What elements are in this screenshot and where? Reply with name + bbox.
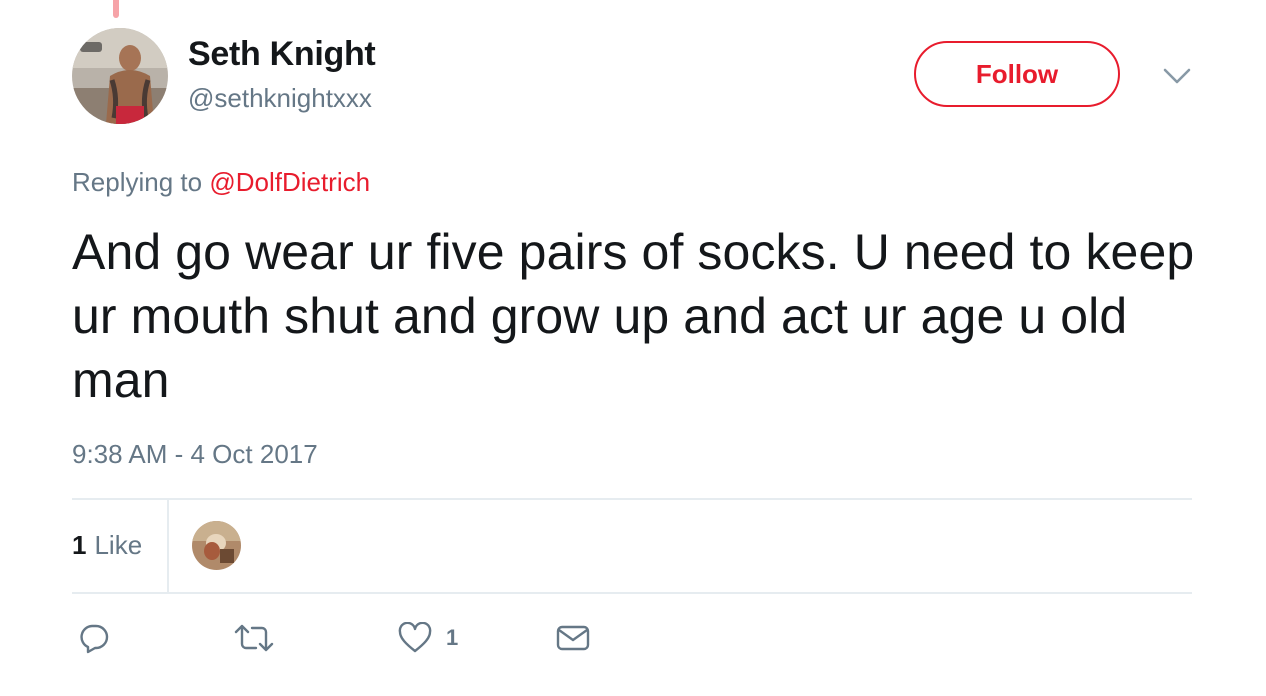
follow-button[interactable]: Follow (914, 41, 1120, 107)
like-count-number: 1 (72, 530, 87, 560)
divider-bottom (72, 592, 1192, 594)
author-display-name[interactable]: Seth Knight (188, 34, 376, 74)
author-avatar[interactable] (72, 28, 168, 124)
tweet-timestamp[interactable]: 9:38 AM - 4 Oct 2017 (72, 437, 318, 471)
envelope-icon (556, 625, 590, 651)
stats-separator (167, 499, 169, 593)
like-button[interactable]: 1 (398, 620, 458, 656)
like-action-count: 1 (446, 625, 459, 650)
retweet-button[interactable] (234, 620, 274, 656)
tweet-text: And go wear ur five pairs of socks. U ne… (72, 224, 1195, 408)
reply-mention-link[interactable]: @DolfDietrich (209, 167, 370, 197)
liker-avatar[interactable] (192, 521, 241, 570)
like-count-stat[interactable]: 1 Like (72, 528, 142, 562)
more-options-chevron-icon[interactable] (1160, 62, 1194, 92)
reply-icon (80, 624, 109, 654)
direct-message-button[interactable] (556, 620, 590, 656)
divider-top (72, 498, 1192, 500)
replying-to-line: Replying to @DolfDietrich (72, 165, 370, 199)
retweet-icon (234, 624, 274, 652)
thread-connector (113, 0, 119, 18)
avatar-image (72, 28, 168, 124)
author-handle[interactable]: @sethknightxxx (188, 82, 372, 114)
replying-to-label: Replying to (72, 167, 203, 197)
reply-button[interactable] (78, 620, 110, 656)
like-count-label: Like (94, 530, 143, 560)
heart-icon (398, 622, 432, 653)
